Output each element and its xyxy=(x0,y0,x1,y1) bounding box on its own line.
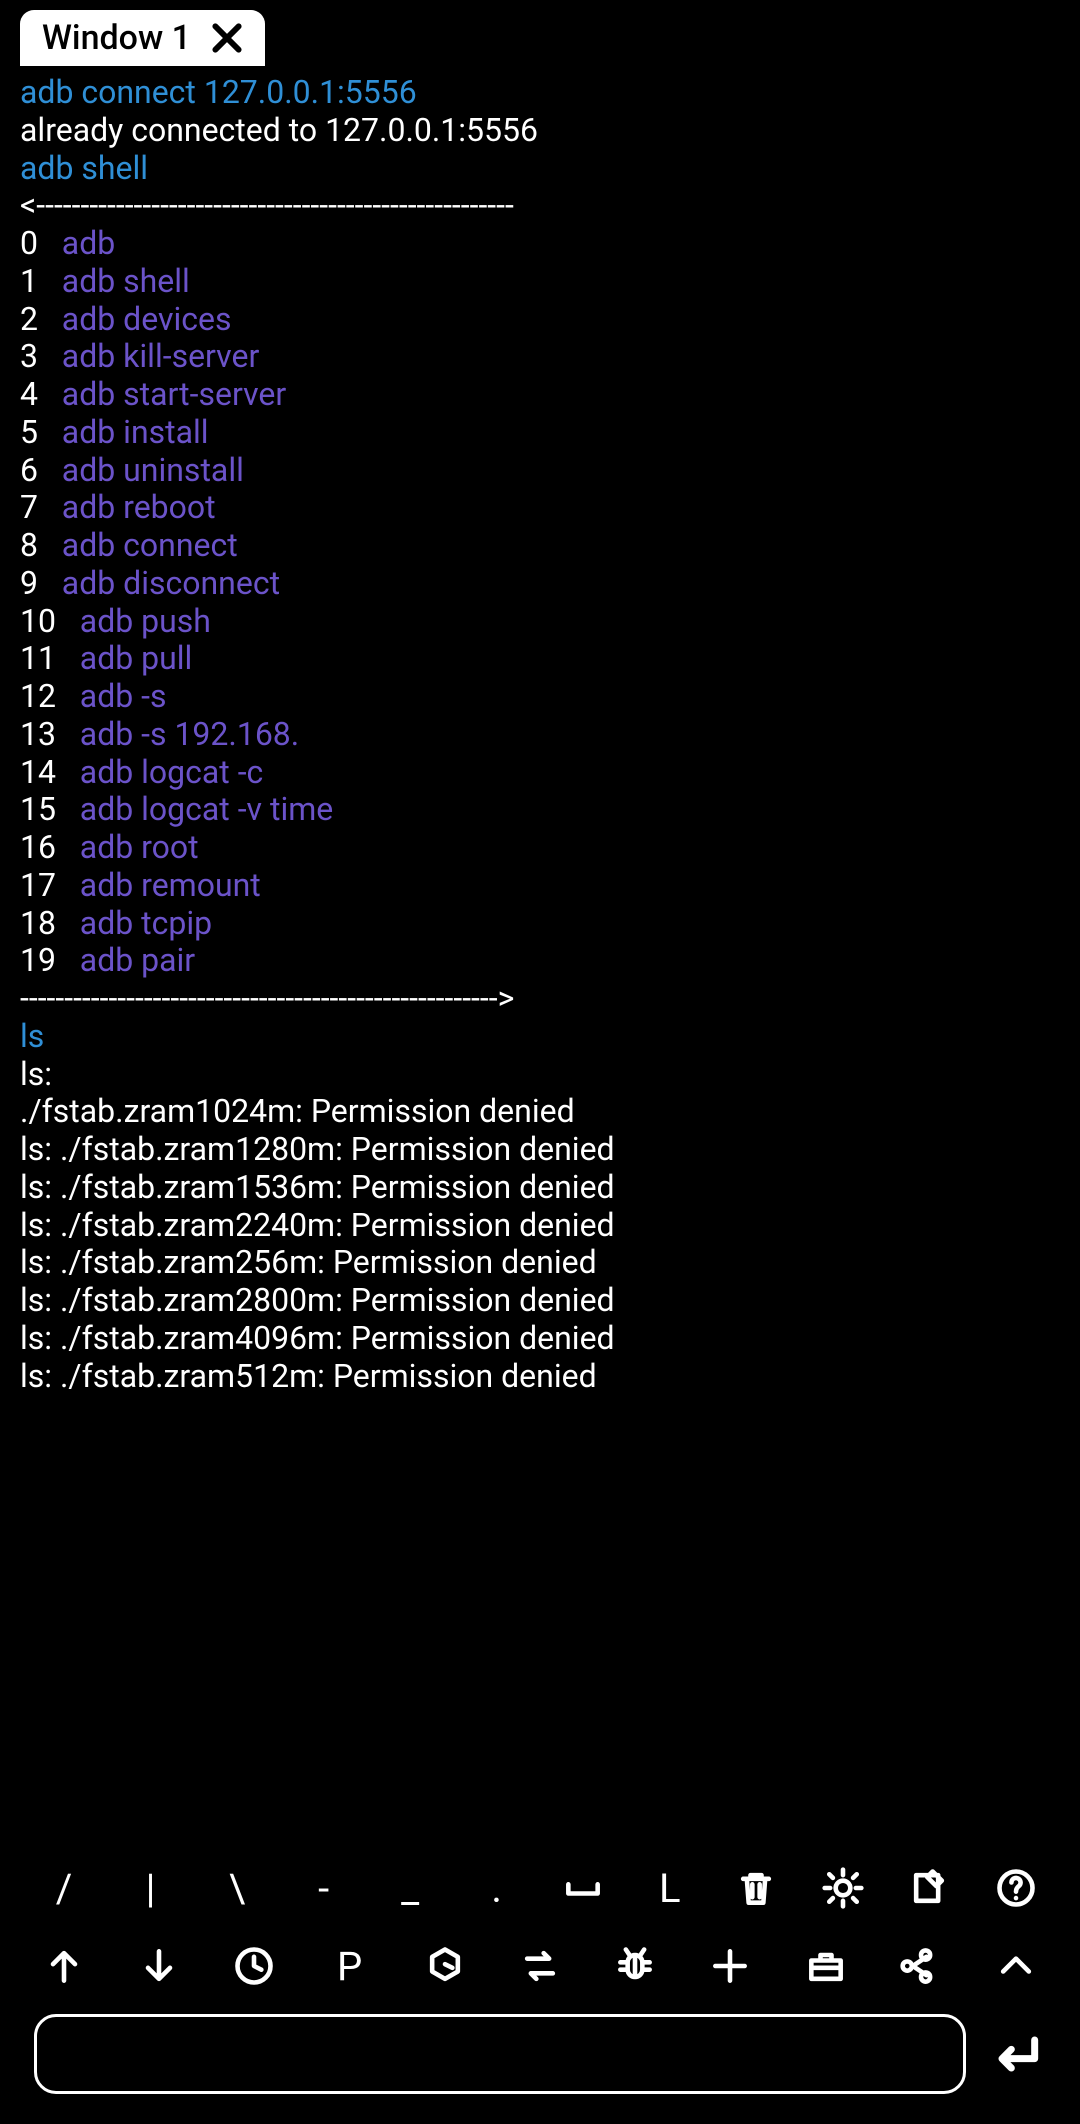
terminal-line: ls: xyxy=(20,1056,1060,1094)
share-icon[interactable] xyxy=(891,1938,951,1994)
tab-label: Window 1 xyxy=(42,18,191,58)
terminal-output[interactable]: adb connect 127.0.0.1:5556already connec… xyxy=(20,74,1060,1846)
suggestion-line[interactable]: 0 adb xyxy=(20,225,1060,263)
slash-key[interactable]: / xyxy=(34,1860,94,1916)
bug-icon[interactable] xyxy=(605,1938,665,1994)
hex-icon[interactable] xyxy=(415,1938,475,1994)
terminal-line: ls: ./fstab.zram2800m: Permission denied xyxy=(20,1282,1060,1320)
terminal-line: already connected to 127.0.0.1:5556 xyxy=(20,112,1060,150)
suggestion-line[interactable]: 17 adb remount xyxy=(20,867,1060,905)
arrow-up-icon[interactable] xyxy=(34,1938,94,1994)
terminal-line: ls: ./fstab.zram256m: Permission denied xyxy=(20,1244,1060,1282)
window-tab[interactable]: Window 1 xyxy=(20,10,265,66)
edit-icon[interactable] xyxy=(899,1860,959,1916)
chevron-up-icon[interactable] xyxy=(986,1938,1046,1994)
suggestion-line[interactable]: 9 adb disconnect xyxy=(20,565,1060,603)
suggestion-line[interactable]: 5 adb install xyxy=(20,414,1060,452)
dash-key[interactable]: - xyxy=(294,1860,354,1916)
terminal-line: ls: ./fstab.zram4096m: Permission denied xyxy=(20,1320,1060,1358)
toolbar-row-1: / | \-_. L xyxy=(20,1854,1060,1922)
terminal-line: adb connect 127.0.0.1:5556 xyxy=(20,74,1060,112)
terminal-line: <---------------------------------------… xyxy=(20,187,1060,225)
trash-icon[interactable] xyxy=(726,1860,786,1916)
toolbar-row-2: P xyxy=(20,1932,1060,2000)
help-icon[interactable] xyxy=(986,1860,1046,1916)
p-key[interactable]: P xyxy=(320,1938,380,1994)
suggestion-line[interactable]: 2 adb devices xyxy=(20,301,1060,339)
suggestion-line[interactable]: 13 adb -s 192.168. xyxy=(20,716,1060,754)
suggestion-line[interactable]: 10 adb push xyxy=(20,603,1060,641)
command-input[interactable] xyxy=(34,2014,966,2094)
suggestion-line[interactable]: 3 adb kill-server xyxy=(20,338,1060,376)
close-icon[interactable] xyxy=(207,18,247,58)
suggestion-line[interactable]: 1 adb shell xyxy=(20,263,1060,301)
suggestion-line[interactable]: 7 adb reboot xyxy=(20,489,1060,527)
suggestion-line[interactable]: 19 adb pair xyxy=(20,942,1060,980)
suggestion-line[interactable]: 11 adb pull xyxy=(20,640,1060,678)
terminal-line: ----------------------------------------… xyxy=(20,980,1060,1018)
plus-icon[interactable] xyxy=(700,1938,760,1994)
suggestion-line[interactable]: 6 adb uninstall xyxy=(20,452,1060,490)
suggestion-line[interactable]: 18 adb tcpip xyxy=(20,905,1060,943)
briefcase-icon[interactable] xyxy=(796,1938,856,1994)
suggestion-line[interactable]: 12 adb -s xyxy=(20,678,1060,716)
suggestion-line[interactable]: 4 adb start-server xyxy=(20,376,1060,414)
terminal-line: ls: ./fstab.zram1536m: Permission denied xyxy=(20,1169,1060,1207)
arrow-down-icon[interactable] xyxy=(129,1938,189,1994)
suggestion-line[interactable]: 14 adb logcat -c xyxy=(20,754,1060,792)
terminal-line: ./fstab.zram1024m: Permission denied xyxy=(20,1093,1060,1131)
space-key[interactable] xyxy=(553,1860,613,1916)
dot-key[interactable]: . xyxy=(467,1860,527,1916)
swap-icon[interactable] xyxy=(510,1938,570,1994)
terminal-line: adb shell xyxy=(20,150,1060,188)
backslash-key[interactable]: \ xyxy=(207,1860,267,1916)
enter-button[interactable] xyxy=(986,2026,1046,2082)
terminal-line: ls: ./fstab.zram2240m: Permission denied xyxy=(20,1207,1060,1245)
l-key[interactable]: L xyxy=(640,1860,700,1916)
terminal-line: ls: ./fstab.zram512m: Permission denied xyxy=(20,1358,1060,1396)
terminal-line: ls xyxy=(20,1018,1060,1056)
pipe-key[interactable]: | xyxy=(121,1860,181,1916)
settings-icon[interactable] xyxy=(813,1860,873,1916)
suggestion-line[interactable]: 8 adb connect xyxy=(20,527,1060,565)
clock-icon[interactable] xyxy=(224,1938,284,1994)
underscore-key[interactable]: _ xyxy=(380,1860,440,1916)
suggestion-line[interactable]: 15 adb logcat -v time xyxy=(20,791,1060,829)
suggestion-line[interactable]: 16 adb root xyxy=(20,829,1060,867)
terminal-line: ls: ./fstab.zram1280m: Permission denied xyxy=(20,1131,1060,1169)
